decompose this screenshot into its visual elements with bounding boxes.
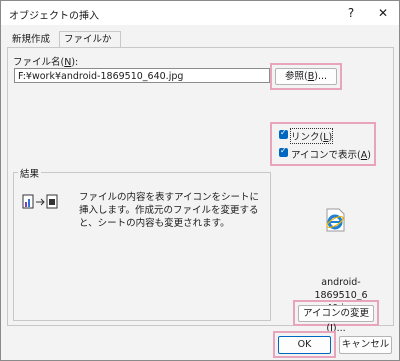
tab-create-new[interactable]: 新規作成	[7, 31, 67, 48]
help-button[interactable]: ?	[340, 4, 362, 22]
results-title: 結果	[18, 166, 42, 180]
close-button[interactable]: ✕	[372, 4, 394, 22]
cancel-button[interactable]: キャンセル	[339, 336, 392, 354]
ie-file-icon	[326, 208, 345, 232]
insert-object-result-icon	[22, 194, 58, 209]
change-icon-button[interactable]: アイコンの変更(I)...	[298, 305, 374, 334]
from-file-panel: ファイル名(N): F:¥work¥android-1869510_640.jp…	[7, 47, 394, 334]
display-as-icon-label[interactable]: アイコンで表示(A)	[291, 147, 371, 161]
file-name-label: ファイル名(N):	[13, 57, 79, 68]
insert-object-dialog: オブジェクトの挿入 ? ✕ 新規作成 ファイルから ファイル名(N): F:¥w…	[0, 0, 400, 361]
results-group: 結果 ファイルの内容を表すアイコンをシートに挿入します。作成元のファイルを変更す…	[13, 166, 271, 321]
tab-create-from-file[interactable]: ファイルから	[59, 31, 121, 60]
display-as-icon-checkbox[interactable]	[279, 146, 288, 157]
link-label[interactable]: リンク(L)	[289, 128, 334, 144]
results-description: ファイルの内容を表すアイコンをシートに挿入します。作成元のファイルを変更すると、…	[79, 192, 260, 229]
title-bar: オブジェクトの挿入 ? ✕	[1, 1, 399, 25]
link-checkbox[interactable]	[279, 128, 288, 139]
file-name-field[interactable]: F:¥work¥android-1869510_640.jpg	[14, 68, 270, 83]
dialog-title: オブジェクトの挿入	[9, 11, 99, 22]
ok-button[interactable]: OK	[278, 336, 331, 354]
browse-button[interactable]: 参照(B)...	[275, 68, 337, 85]
